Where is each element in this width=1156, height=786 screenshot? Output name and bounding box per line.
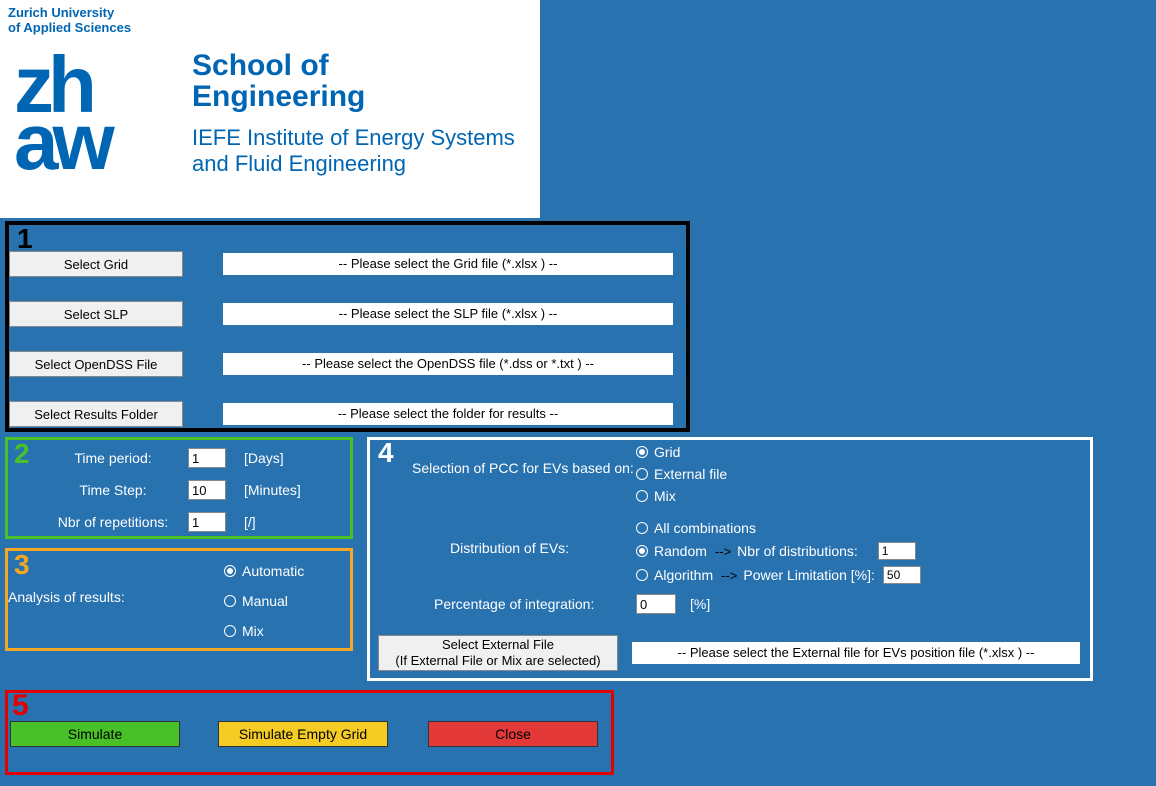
panel-file-selection: 1 Select Grid -- Please select the Grid … xyxy=(5,221,690,432)
panel-analysis: 3 Analysis of results: Automatic Manual … xyxy=(5,548,353,651)
panel-time-settings: 2 Time period: [Days] Time Step: [Minute… xyxy=(5,437,353,539)
pct-input[interactable] xyxy=(636,594,676,614)
slp-file-display: -- Please select the SLP file (*.xlsx ) … xyxy=(223,303,673,325)
school-title: School of Engineering xyxy=(192,50,515,113)
analysis-label: Analysis of results: xyxy=(8,589,125,605)
simulate-empty-button[interactable]: Simulate Empty Grid xyxy=(218,721,388,747)
analysis-radio-automatic[interactable] xyxy=(224,565,236,577)
institute-title: IEFE Institute of Energy Systems and Flu… xyxy=(192,125,515,177)
dist-opt-random: Random xyxy=(654,543,707,559)
select-opendss-button[interactable]: Select OpenDSS File xyxy=(9,351,183,377)
nbr-dist-input[interactable] xyxy=(878,542,916,560)
power-lim-label: Power Limitation [%]: xyxy=(743,567,875,583)
dist-label: Distribution of EVs: xyxy=(450,540,569,556)
dist-radio-random[interactable] xyxy=(636,545,648,557)
panel2-number: 2 xyxy=(14,438,30,470)
external-file-display: -- Please select the External file for E… xyxy=(632,642,1080,664)
time-step-input[interactable] xyxy=(188,480,226,500)
close-button[interactable]: Close xyxy=(428,721,598,747)
analysis-radio-mix[interactable] xyxy=(224,625,236,637)
power-lim-input[interactable] xyxy=(883,566,921,584)
analysis-radio-manual[interactable] xyxy=(224,595,236,607)
time-step-unit: [Minutes] xyxy=(244,482,301,498)
dist-radio-algorithm[interactable] xyxy=(636,569,648,581)
pcc-radio-grid[interactable] xyxy=(636,446,648,458)
pcc-radio-external[interactable] xyxy=(636,468,648,480)
header-logo-area: Zurich University of Applied Sciences zh… xyxy=(0,0,540,218)
time-period-unit: [Days] xyxy=(244,450,284,466)
repetitions-label: Nbr of repetitions: xyxy=(38,514,188,530)
nbr-dist-label: Nbr of distributions: xyxy=(737,543,858,559)
analysis-opt-automatic: Automatic xyxy=(242,563,304,579)
time-period-input[interactable] xyxy=(188,448,226,468)
repetitions-input[interactable] xyxy=(188,512,226,532)
pcc-opt-mix: Mix xyxy=(654,488,676,504)
simulate-button[interactable]: Simulate xyxy=(10,721,180,747)
panel-actions: 5 Simulate Simulate Empty Grid Close xyxy=(5,690,614,775)
pcc-label: Selection of PCC for EVs based on: xyxy=(412,460,634,476)
zhaw-aw: aw xyxy=(14,113,184,171)
panel4-number: 4 xyxy=(378,437,394,469)
pcc-radio-mix[interactable] xyxy=(636,490,648,502)
pct-unit: [%] xyxy=(690,596,710,612)
select-external-file-button[interactable]: Select External File (If External File o… xyxy=(378,635,618,671)
panel-ev-settings: 4 Selection of PCC for EVs based on: Gri… xyxy=(367,437,1093,681)
time-step-label: Time Step: xyxy=(38,482,188,498)
pct-label: Percentage of integration: xyxy=(434,596,594,612)
dist-radio-all[interactable] xyxy=(636,522,648,534)
uni-line1: Zurich University xyxy=(8,5,114,20)
university-name: Zurich University of Applied Sciences xyxy=(8,6,532,36)
uni-line2: of Applied Sciences xyxy=(8,20,131,35)
arrow-icon: --> xyxy=(721,568,737,583)
pcc-opt-grid: Grid xyxy=(654,444,680,460)
select-results-folder-button[interactable]: Select Results Folder xyxy=(9,401,183,427)
pcc-opt-external: External file xyxy=(654,466,727,482)
zhaw-logo: zh aw xyxy=(14,56,184,171)
select-grid-button[interactable]: Select Grid xyxy=(9,251,183,277)
analysis-opt-mix: Mix xyxy=(242,623,264,639)
dist-opt-all: All combinations xyxy=(654,520,756,536)
dist-opt-algorithm: Algorithm xyxy=(654,567,713,583)
time-period-label: Time period: xyxy=(38,450,188,466)
results-folder-display: -- Please select the folder for results … xyxy=(223,403,673,425)
opendss-file-display: -- Please select the OpenDSS file (*.dss… xyxy=(223,353,673,375)
repetitions-unit: [/] xyxy=(244,514,256,530)
select-slp-button[interactable]: Select SLP xyxy=(9,301,183,327)
panel5-number: 5 xyxy=(12,689,29,723)
panel1-number: 1 xyxy=(17,223,33,255)
analysis-opt-manual: Manual xyxy=(242,593,288,609)
panel3-number: 3 xyxy=(14,549,30,581)
grid-file-display: -- Please select the Grid file (*.xlsx )… xyxy=(223,253,673,275)
arrow-icon: --> xyxy=(715,544,731,559)
